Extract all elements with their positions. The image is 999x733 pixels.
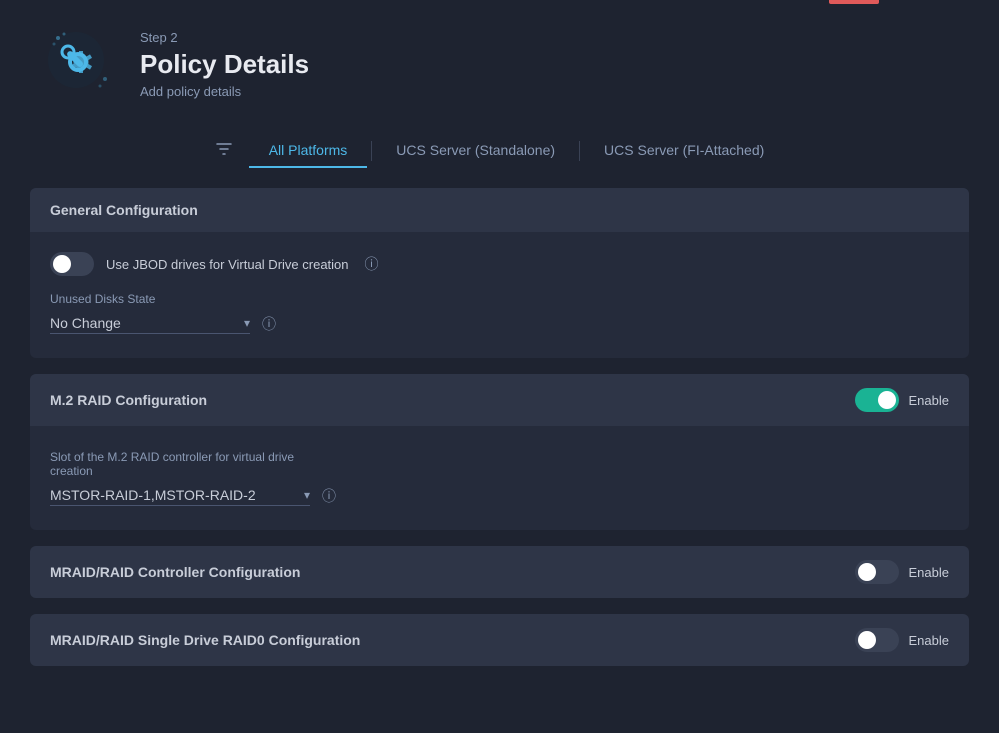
mraid-single-section: MRAID/RAID Single Drive RAID0 Configurat… xyxy=(30,614,969,666)
mraid-controller-toggle[interactable] xyxy=(855,560,899,584)
filter-icon[interactable] xyxy=(215,140,233,163)
tab-divider-1 xyxy=(371,141,372,161)
jbod-toggle-row: Use JBOD drives for Virtual Drive creati… xyxy=(50,252,949,276)
mraid-controller-header: MRAID/RAID Controller Configuration Enab… xyxy=(30,546,969,598)
m2-slot-dropdown-wrapper: MSTOR-RAID-1,MSTOR-RAID-2 ▾ ⓘ xyxy=(50,486,949,506)
page-header: Step 2 Policy Details Add policy details xyxy=(0,0,999,124)
mraid-single-header: MRAID/RAID Single Drive RAID0 Configurat… xyxy=(30,614,969,666)
tab-ucs-fi-attached[interactable]: UCS Server (FI-Attached) xyxy=(584,134,784,168)
general-config-header: General Configuration xyxy=(30,188,969,232)
jbod-info-icon[interactable]: ⓘ xyxy=(365,254,379,274)
unused-disks-info-icon[interactable]: ⓘ xyxy=(262,314,276,334)
tab-all-platforms[interactable]: All Platforms xyxy=(249,134,368,168)
tab-divider-2 xyxy=(579,141,580,161)
tabs: All Platforms UCS Server (Standalone) UC… xyxy=(249,134,785,168)
mraid-controller-toggle-circle xyxy=(858,563,876,581)
m2-slot-label: Slot of the M.2 RAID controller for virt… xyxy=(50,450,949,478)
main-content: General Configuration Use JBOD drives fo… xyxy=(0,188,999,712)
general-config-section: General Configuration Use JBOD drives fo… xyxy=(30,188,969,358)
general-config-title: General Configuration xyxy=(50,202,198,218)
m2-raid-enable-label: Enable xyxy=(909,393,949,408)
header-text: Step 2 Policy Details Add policy details xyxy=(140,30,309,99)
mraid-controller-title: MRAID/RAID Controller Configuration xyxy=(50,564,300,580)
jbod-toggle[interactable] xyxy=(50,252,94,276)
m2-raid-title: M.2 RAID Configuration xyxy=(50,392,207,408)
m2-slot-dropdown[interactable]: MSTOR-RAID-1,MSTOR-RAID-2 ▾ xyxy=(50,487,310,506)
mraid-single-toggle-circle xyxy=(858,631,876,649)
policy-icon xyxy=(40,24,120,104)
mraid-controller-enable-row: Enable xyxy=(855,560,949,584)
unused-disks-dropdown[interactable]: No Change ▾ xyxy=(50,315,250,334)
unused-disks-chevron: ▾ xyxy=(244,316,250,330)
unused-disks-dropdown-wrapper: No Change ▾ ⓘ xyxy=(50,314,949,334)
m2-slot-field: Slot of the M.2 RAID controller for virt… xyxy=(50,450,949,506)
general-config-body: Use JBOD drives for Virtual Drive creati… xyxy=(30,232,969,358)
m2-raid-section: M.2 RAID Configuration Enable Slot of th… xyxy=(30,374,969,530)
m2-slot-value: MSTOR-RAID-1,MSTOR-RAID-2 xyxy=(50,487,296,503)
jbod-toggle-label: Use JBOD drives for Virtual Drive creati… xyxy=(106,257,349,272)
tabs-container: All Platforms UCS Server (Standalone) UC… xyxy=(0,124,999,188)
mraid-single-enable-label: Enable xyxy=(909,633,949,648)
m2-raid-enable-row: Enable xyxy=(855,388,949,412)
m2-raid-toggle-circle xyxy=(878,391,896,409)
tab-ucs-standalone[interactable]: UCS Server (Standalone) xyxy=(376,134,575,168)
mraid-controller-enable-label: Enable xyxy=(909,565,949,580)
mraid-single-enable-row: Enable xyxy=(855,628,949,652)
mraid-controller-section: MRAID/RAID Controller Configuration Enab… xyxy=(30,546,969,598)
m2-slot-chevron: ▾ xyxy=(304,488,310,502)
page-title: Policy Details xyxy=(140,49,309,80)
mraid-single-title: MRAID/RAID Single Drive RAID0 Configurat… xyxy=(50,632,360,648)
page-subtitle: Add policy details xyxy=(140,84,309,99)
m2-raid-toggle[interactable] xyxy=(855,388,899,412)
mraid-single-toggle[interactable] xyxy=(855,628,899,652)
unused-disks-field: Unused Disks State No Change ▾ ⓘ xyxy=(50,292,949,334)
m2-raid-header: M.2 RAID Configuration Enable xyxy=(30,374,969,426)
m2-slot-info-icon[interactable]: ⓘ xyxy=(322,486,336,506)
unused-disks-value: No Change xyxy=(50,315,236,331)
m2-raid-body: Slot of the M.2 RAID controller for virt… xyxy=(30,426,969,530)
step-label: Step 2 xyxy=(140,30,309,45)
unused-disks-label: Unused Disks State xyxy=(50,292,949,306)
jbod-toggle-circle xyxy=(53,255,71,273)
accent-bar xyxy=(829,0,879,4)
